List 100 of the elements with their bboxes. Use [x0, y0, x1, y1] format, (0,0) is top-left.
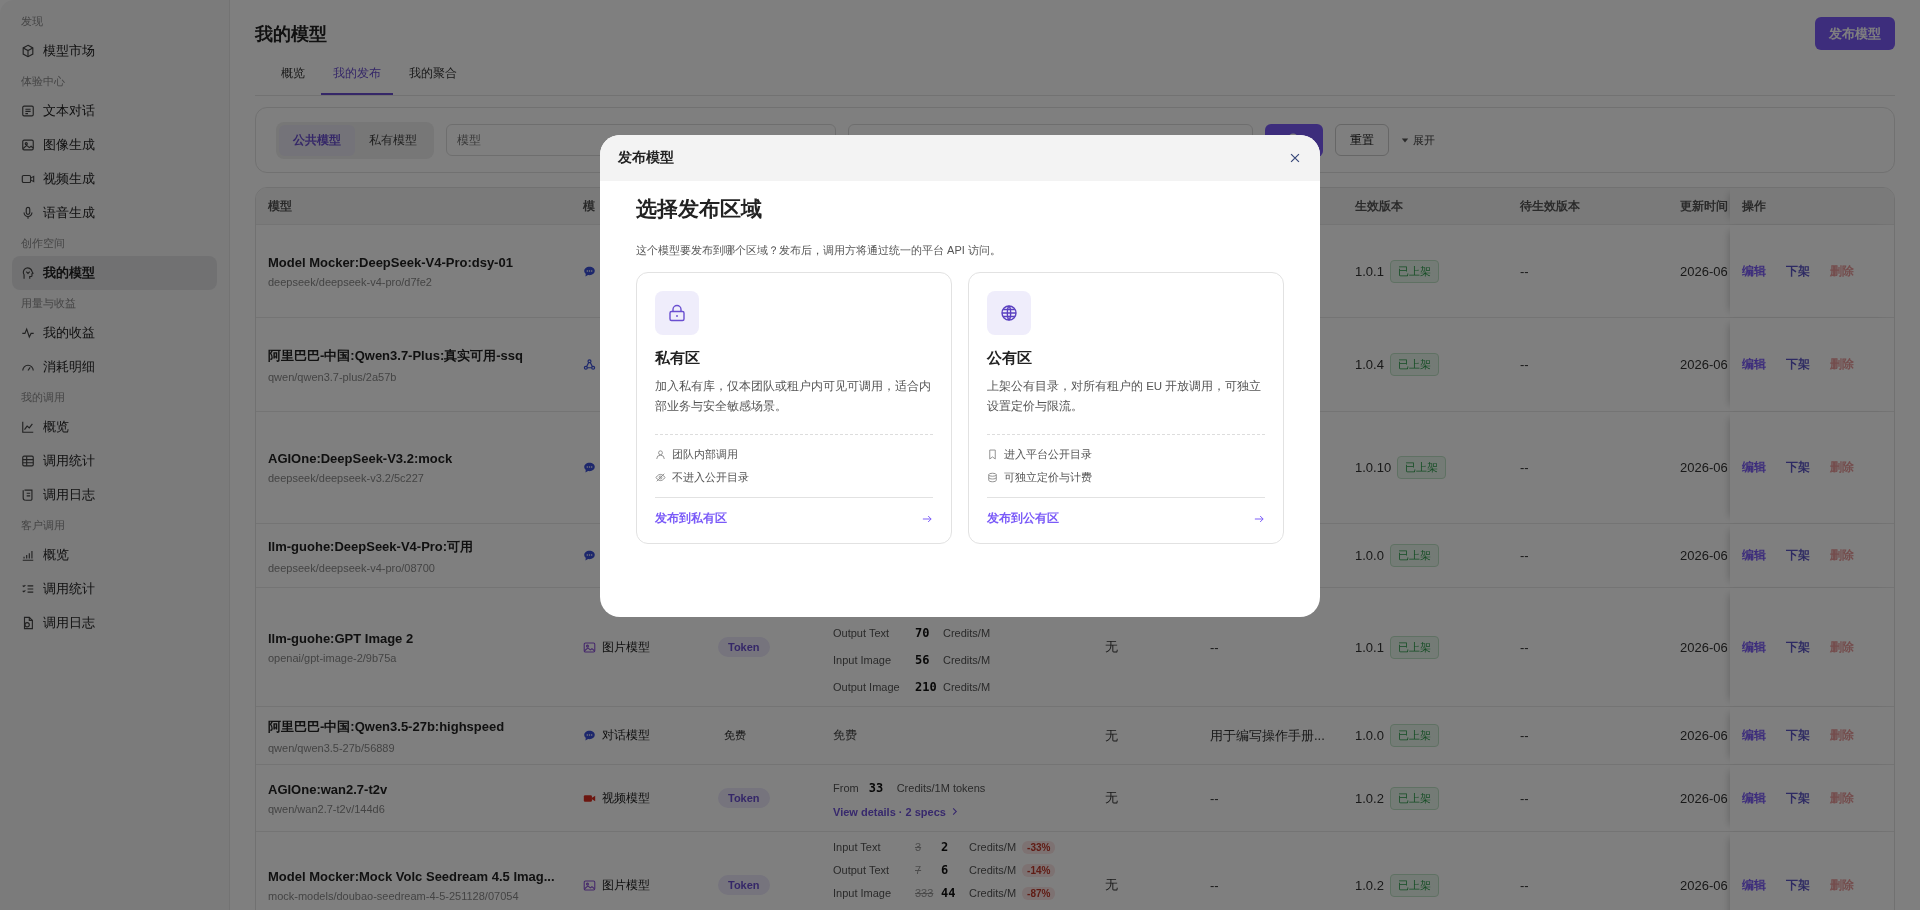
- table-cell: --: [1520, 728, 1529, 743]
- price-value: 2: [941, 840, 950, 854]
- status-tag: 已上架: [1389, 873, 1439, 897]
- column-header: 待生效版本: [1520, 197, 1580, 215]
- version-number: 1.0.0: [1355, 728, 1384, 743]
- dialog-description: 这个模型要发布到哪个区域？发布后，调用方将通过统一的平台 API 访问。: [636, 243, 1002, 258]
- update-time: 2026-06: [1680, 728, 1728, 743]
- table-cell: --: [1520, 263, 1529, 279]
- model-path: deepseek/deepseek-v4-pro/08700: [268, 561, 435, 574]
- table-cell: 无: [1105, 638, 1118, 656]
- price-value: 6: [941, 863, 950, 877]
- price-label: Output Image: [833, 681, 901, 693]
- price-unit: Credits/M: [943, 627, 991, 639]
- table-cell: --: [1520, 548, 1529, 563]
- version-number: 1.0.2: [1355, 790, 1384, 806]
- table-cell: --: [1520, 639, 1529, 655]
- price-prefix: From: [833, 781, 859, 794]
- table-cell: 无: [1105, 726, 1118, 745]
- update-time: 2026-06: [1680, 263, 1728, 279]
- model-path: deepseek/deepseek-v4-pro/d7fe2: [268, 275, 432, 288]
- price-unit: Credits/M: [943, 654, 991, 666]
- option-feature: 团队内部调用: [672, 447, 738, 462]
- version-number: 1.0.4: [1355, 357, 1384, 372]
- option-feature: 不进入公开目录: [672, 470, 749, 485]
- model-name: AGIOne:DeepSeek-V3.2:mock: [268, 451, 453, 466]
- status-tag: 已上架: [1389, 786, 1439, 810]
- model-name: Model Mocker:DeepSeek-V4-Pro:dsy-01: [268, 254, 513, 270]
- model-path: qwen/wan2.7-t2v/144d6: [268, 802, 385, 815]
- model-name: llm-guohe:GPT Image 2: [268, 630, 414, 646]
- update-time: 2026-06: [1680, 460, 1728, 475]
- column-header: 生效版本: [1355, 197, 1403, 215]
- update-time: 2026-06: [1680, 877, 1728, 893]
- price-unit: Credits/M: [969, 887, 1017, 899]
- version-number: 1.0.0: [1355, 548, 1384, 563]
- option-description: 加入私有库，仅本团队或租户内可见可调用，适合内部业务与安全敏感场景。: [655, 379, 932, 414]
- column-header: 更新时间: [1680, 197, 1728, 215]
- billing-tag: Token: [718, 875, 770, 895]
- model-path: qwen/qwen3.5-27b/56889: [268, 741, 395, 754]
- discount-badge: -33%: [1022, 840, 1056, 854]
- column-header: 操作: [1742, 197, 1766, 215]
- dialog-heading: 选择发布区域: [636, 196, 763, 222]
- model-name: 阿里巴巴-中国:Qwen3.5-27b:highspeed: [268, 717, 505, 736]
- status-tag: 已上架: [1397, 456, 1447, 479]
- version-number: 1.0.1: [1355, 639, 1384, 655]
- column-header: 模: [583, 197, 595, 215]
- table-cell: --: [1520, 460, 1529, 475]
- model-name: Model Mocker:Mock Volc Seedream 4.5 Imag...: [268, 868, 555, 884]
- column-header: 模型: [268, 197, 292, 215]
- version-number: 1.0.10: [1355, 460, 1392, 475]
- status-tag: 已上架: [1389, 544, 1439, 567]
- price-value: 70: [915, 626, 931, 640]
- price-unit: Credits/M: [969, 841, 1017, 853]
- model-path: openai/gpt-image-2/9b75a: [268, 651, 397, 664]
- version-number: 1.0.2: [1355, 877, 1384, 893]
- model-type: 图片模型: [602, 876, 650, 894]
- update-time: 2026-06: [1680, 639, 1728, 655]
- price-value: 44: [941, 886, 957, 900]
- model-type: 对话模型: [602, 727, 650, 744]
- option-description: 上架公有目录，对所有租户的 EU 开放调用，可独立设置定价与限流。: [987, 379, 1263, 414]
- version-number: 1.0.1: [1355, 263, 1384, 279]
- status-tag: 已上架: [1389, 259, 1439, 283]
- model-type: 图片模型: [602, 638, 650, 656]
- status-tag: 已上架: [1389, 353, 1439, 376]
- price-value: 210: [915, 680, 938, 694]
- table-cell: 无: [1105, 789, 1118, 807]
- table-cell: --: [1210, 790, 1219, 806]
- price-value: 33: [868, 780, 885, 795]
- price-value: 56: [915, 653, 931, 667]
- update-time: 2026-06: [1680, 357, 1728, 372]
- status-tag: 已上架: [1389, 724, 1439, 747]
- table-cell: 用于编写操作手册...: [1210, 726, 1325, 745]
- table-cell: --: [1520, 877, 1529, 893]
- model-path: qwen/qwen3.7-plus/2a57b: [268, 370, 397, 383]
- option-title: 公有区: [987, 349, 1033, 368]
- price-label: Output Text: [833, 864, 891, 876]
- model-path: mock-models/doubao-seedream-4-5-251128/07054: [268, 889, 519, 902]
- discount-badge: -14%: [1022, 863, 1056, 877]
- option-title: 私有区: [655, 349, 701, 368]
- price-unit: Credits/M: [943, 681, 991, 693]
- price-unit: Credits/M: [969, 864, 1017, 876]
- price-label: Input Image: [833, 654, 893, 666]
- status-tag: 已上架: [1389, 635, 1439, 659]
- table-cell: --: [1520, 357, 1529, 372]
- model-type: 视频模型: [602, 789, 650, 807]
- billing-tag: Token: [718, 637, 770, 657]
- discount-badge: -87%: [1022, 886, 1056, 900]
- billing-mode: 免费: [723, 728, 746, 743]
- page-title: 我的模型: [255, 22, 327, 46]
- model-name: 阿里巴巴-中国:Qwen3.7-Plus:真实可用-ssq: [268, 346, 523, 365]
- price-label: Output Text: [833, 627, 891, 639]
- price-text: 免费: [833, 727, 857, 744]
- model-name: AGIOne:wan2.7-t2v: [268, 781, 388, 797]
- billing-tag: Token: [718, 788, 770, 808]
- model-name: llm-guohe:DeepSeek-V4-Pro:可用: [268, 537, 474, 556]
- update-time: 2026-06: [1680, 790, 1728, 806]
- option-feature: 进入平台公开目录: [1004, 447, 1092, 462]
- option-feature: 可独立定价与计费: [1004, 470, 1092, 485]
- table-cell: --: [1520, 790, 1529, 806]
- table-cell: --: [1210, 639, 1219, 655]
- price-label: Input Text: [833, 841, 882, 853]
